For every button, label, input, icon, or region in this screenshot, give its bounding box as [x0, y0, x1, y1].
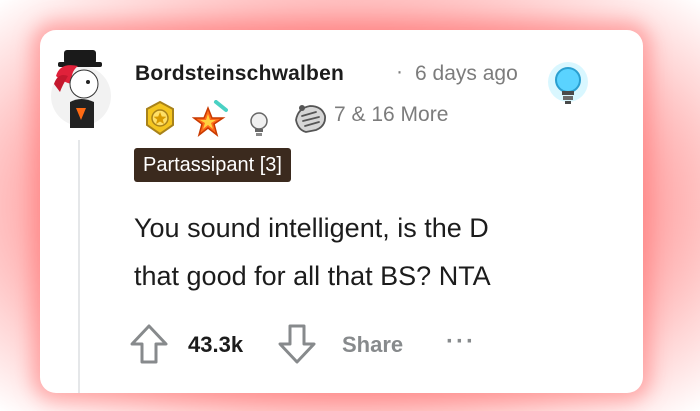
upvote-arrow-icon[interactable]	[128, 322, 170, 366]
awards-count[interactable]: 7 & 16 More	[334, 103, 448, 127]
comment-card: Bordsteinschwalben · 6 days ago 7 & 16 M…	[40, 30, 643, 393]
thread-line[interactable]	[78, 140, 80, 393]
separator-dot: ·	[396, 60, 403, 83]
more-options-button[interactable]: ···	[446, 328, 476, 356]
downvote-arrow-icon[interactable]	[276, 322, 318, 366]
share-button[interactable]: Share	[342, 332, 403, 358]
comment-body: You sound intelligent, is the D that goo…	[134, 204, 614, 300]
timestamp[interactable]: 6 days ago	[415, 62, 518, 86]
helpful-hand-award-icon[interactable]	[292, 100, 330, 143]
comment-body-line: You sound intelligent, is the D	[134, 213, 489, 243]
starstruck-award-icon[interactable]	[191, 100, 228, 143]
user-flair: Partassipant [3]	[134, 148, 291, 182]
vote-score: 43.3k	[188, 332, 244, 357]
gold-award-icon[interactable]	[142, 100, 178, 143]
lightbulb-small-award-icon[interactable]	[246, 110, 272, 145]
username-link[interactable]: Bordsteinschwalben	[135, 62, 344, 86]
comment-body-line: that good for all that BS? NTA	[134, 261, 491, 291]
lightbulb-award-icon[interactable]	[545, 60, 591, 112]
avatar-icon[interactable]	[50, 42, 112, 130]
